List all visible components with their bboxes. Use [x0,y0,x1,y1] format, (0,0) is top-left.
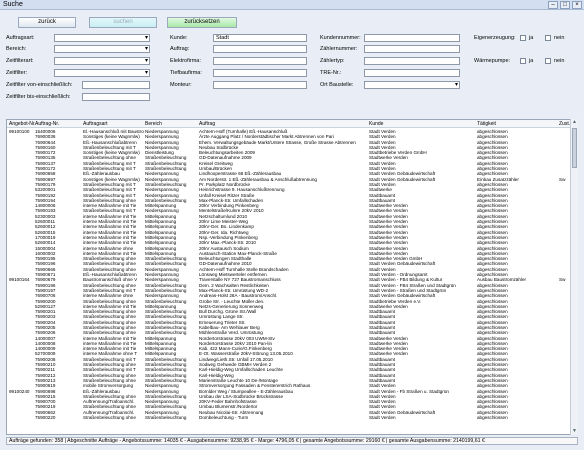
eigenerzeugung-nein-label: nein [554,35,565,41]
monteur-label: Monteur: [170,82,192,88]
column-header[interactable]: Auftrag [199,121,215,127]
auftragsart-select[interactable] [54,34,150,42]
bereich-label: Bereich: [6,46,27,52]
table-cell: abgeschlossen [477,415,508,421]
scroll-thumb[interactable] [572,128,577,168]
table-cell: Stadt Verden [369,415,396,421]
tiefbaufirma-input[interactable] [213,69,307,77]
search-button[interactable]: suchen [89,17,157,28]
elektrofirma-label: Elektrofirma: [170,58,201,64]
monteur-input[interactable] [213,81,307,89]
zeitfilterart-select[interactable] [54,57,150,65]
auftrag-input[interactable] [213,45,307,53]
ort-baustelle-label: Ort Baustelle: [320,82,354,88]
vertical-scrollbar[interactable]: ▲ ▼ [570,119,578,435]
results-table[interactable]: Angebot-Nr. Auftrag-Nr. Auftragsart Bereich… [6,119,578,435]
reset-button[interactable]: zurücksetzen [167,17,237,28]
zeitfilter-von-input[interactable] [82,81,150,89]
eigenerzeugung-ja-label: ja [529,35,534,41]
kunde-label: Kunde: [170,35,188,41]
zeitfilter-select[interactable] [54,69,150,77]
eigenerzeugung-nein-checkbox[interactable] [545,35,551,41]
zeitfilter-bis-input[interactable] [82,93,150,101]
eigenerzeugung-ja-checkbox[interactable] [520,35,526,41]
column-header[interactable]: Auftragsart [83,121,107,127]
scroll-down-icon[interactable]: ▼ [571,428,578,435]
back-button[interactable]: zurück [18,17,76,28]
minimize-button[interactable]: – [548,1,558,9]
table-header: Angebot-Nr. Auftrag-Nr. Auftragsart Bereich… [7,120,577,128]
zaehlertyp-label: Zählertyp: [320,58,345,64]
column-header[interactable]: Zust. [559,121,570,127]
maximize-button[interactable]: □ [560,1,570,9]
waermepumpe-label: Wärmepumpe: [474,58,511,64]
table-cell: Dombeleuchtung - Turm [199,415,249,421]
zeitfilterart-label: Zeitfilterart: [6,58,34,64]
tre-nr-label: TRE-Nr.: [320,70,342,76]
column-header[interactable]: Tätigkeit [477,121,496,127]
column-header[interactable]: Auftrag-Nr. [35,121,59,127]
zaehlertyp-input[interactable] [364,57,460,65]
column-header[interactable]: Kunde [369,121,383,127]
auftrag-label: Auftrag: [170,46,190,52]
tre-nr-input[interactable] [364,69,460,77]
tiefbaufirma-label: Tiefbaufirma: [170,70,202,76]
status-bar: Aufträge gefunden: 358 | Abgeschnitte Au… [6,437,578,445]
waermepumpe-nein-checkbox[interactable] [545,58,551,64]
table-cell: 75900220 [35,415,56,421]
window-title: Suche [3,1,23,8]
column-header[interactable]: Bereich [145,121,162,127]
bereich-select[interactable] [54,45,150,53]
zaehlernummer-label: Zählernummer: [320,46,358,52]
table-cell: Straßenbeleuchtung ohne [83,415,136,421]
waermepumpe-ja-checkbox[interactable] [520,58,526,64]
title-bar: Suche – □ × [0,0,584,10]
kundennummer-input[interactable] [364,34,460,42]
waermepumpe-ja-label: ja [529,58,534,64]
kunde-input[interactable]: Stadt [213,34,307,42]
table-body: 99100100 15400006 El.-Hausanschluß mit Bau… [7,129,577,421]
eigenerzeugung-label: Eigenerzeugung: [474,35,516,41]
zeitfilter-label: Zeitfilter: [6,70,28,76]
zeitfilter-bis-label: Zeitfilter bis-einschließlich: [6,94,71,100]
ort-baustelle-select[interactable] [364,81,460,89]
waermepumpe-nein-label: nein [554,58,565,64]
elektrofirma-input[interactable] [213,57,307,65]
column-header[interactable]: Angebot-Nr. [9,121,36,127]
close-button[interactable]: × [572,1,582,9]
zeitfilter-von-label: Zeitfilter von-einschließlich: [6,82,73,88]
table-row[interactable]: 75900220 Straßenbeleuchtung ohne Straßenbe… [7,415,577,421]
auftragsart-label: Auftragsart: [6,35,35,41]
table-cell: Straßenbeleuchtung [145,415,187,421]
zaehlernummer-input[interactable] [364,45,460,53]
scroll-up-icon[interactable]: ▲ [571,119,578,126]
kundennummer-label: Kundennummer: [320,35,361,41]
